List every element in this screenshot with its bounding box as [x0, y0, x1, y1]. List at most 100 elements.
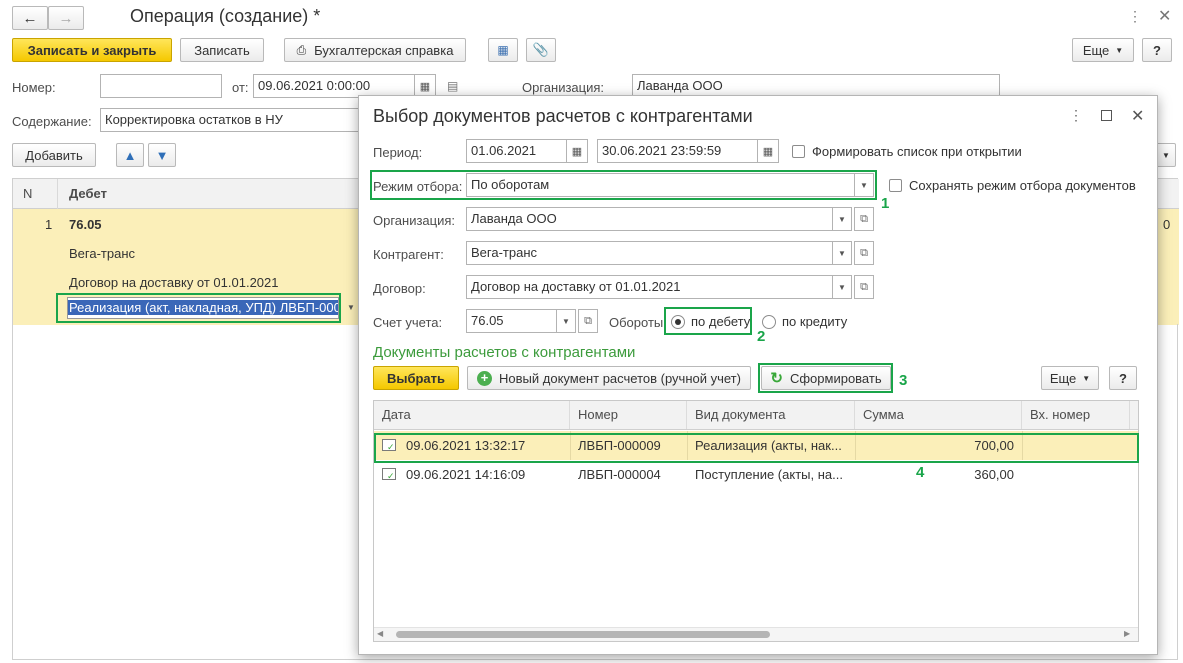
chevron-down-icon[interactable]: ▼ — [832, 241, 852, 265]
right-edge-value: 0 — [1163, 217, 1171, 232]
col-number-header[interactable]: Номер — [570, 401, 687, 429]
annotation-number-4: 4 — [916, 464, 925, 481]
dialog-org-field[interactable]: Лаванда ООО — [466, 207, 834, 231]
dialog-menu-icon[interactable]: ⋮ — [1069, 107, 1083, 124]
chevron-down-icon[interactable]: ▼ — [832, 207, 852, 231]
col-debit-header: Дебет — [69, 186, 107, 201]
highlight-debit — [664, 307, 752, 335]
save-mode-checkbox[interactable] — [889, 179, 902, 192]
subconto3-dropdown-icon[interactable]: ▼ — [347, 303, 355, 312]
account-field[interactable]: 76.05 — [466, 309, 558, 333]
horizontal-scrollbar[interactable]: ◀ ▶ — [374, 627, 1138, 641]
calendar-icon[interactable]: ▦ — [757, 139, 779, 163]
number-label: Номер: — [12, 80, 56, 95]
arrow-left-icon: ← — [22, 9, 38, 27]
window-title: Операция (создание) * — [130, 6, 321, 26]
section-title: Документы расчетов с контрагентами — [373, 344, 636, 361]
add-button[interactable]: Добавить — [12, 143, 96, 167]
scroll-right-icon[interactable]: ▶ — [1124, 629, 1130, 638]
calendar-icon[interactable]: ▦ — [566, 139, 588, 163]
contract-label: Договор: — [373, 281, 426, 296]
structure-button[interactable]: ▦ — [488, 38, 518, 62]
save-button[interactable]: Записать — [180, 38, 264, 62]
annotation-number-3: 3 — [899, 372, 908, 389]
dialog-org-label: Организация: — [373, 213, 456, 228]
row2-type: Поступление (акты, на... — [695, 467, 843, 482]
counterparty-field[interactable]: Вега-транс — [466, 241, 834, 265]
accounting-note-button[interactable]: ⎙ Бухгалтерская справка — [284, 38, 466, 62]
maximize-icon[interactable] — [1101, 110, 1112, 121]
form-on-open-label: Формировать список при открытии — [812, 144, 1022, 159]
highlight-mode — [370, 170, 877, 200]
scrollbar-thumb[interactable] — [396, 631, 770, 638]
radio-credit-label: по кредиту — [782, 314, 848, 329]
subconto1-cell[interactable]: Вега-транс — [69, 246, 135, 261]
col-sum-header[interactable]: Сумма — [855, 401, 1022, 429]
date-label: от: — [232, 80, 249, 95]
structure-icon: ▦ — [497, 43, 509, 57]
dialog-more-button[interactable]: Еще ▼ — [1041, 366, 1099, 390]
row2-number: ЛВБП-000004 — [578, 467, 661, 482]
form-on-open-checkbox[interactable] — [792, 145, 805, 158]
highlight-generate — [758, 363, 893, 393]
dialog-help-button[interactable]: ? — [1109, 366, 1137, 390]
counterparty-label: Контрагент: — [373, 247, 444, 262]
more-button[interactable]: Еще ▼ — [1072, 38, 1134, 62]
arrow-right-icon: → — [58, 9, 74, 27]
content-field[interactable]: Корректировка остатков в НУ — [100, 108, 370, 132]
period-to-field[interactable]: 30.06.2021 23:59:59 — [597, 139, 759, 163]
row2-date: 09.06.2021 14:16:09 — [406, 467, 526, 482]
window-menu-icon[interactable]: ⋮ — [1128, 8, 1142, 25]
calendar-list-icon[interactable]: ▤ — [447, 79, 458, 93]
open-icon[interactable]: ⧉ — [854, 275, 874, 299]
col-type-header[interactable]: Вид документа — [687, 401, 855, 429]
highlight-subconto3 — [56, 293, 341, 323]
new-doc-label: Новый документ расчетов (ручной учет) — [499, 370, 741, 386]
arrow-up-icon: ▲ — [123, 147, 137, 163]
contract-field[interactable]: Договор на доставку от 01.01.2021 — [466, 275, 834, 299]
move-down-button[interactable]: ▼ — [148, 143, 176, 167]
period-from-field[interactable]: 01.06.2021 — [466, 139, 568, 163]
row-number: 1 — [45, 217, 53, 232]
chevron-down-icon[interactable]: ▼ — [556, 309, 576, 333]
open-icon[interactable]: ⧉ — [854, 207, 874, 231]
scroll-left-icon[interactable]: ◀ — [377, 629, 383, 638]
chevron-down-icon[interactable]: ▼ — [832, 275, 852, 299]
dialog-more-label: Еще — [1049, 370, 1077, 386]
close-window-icon[interactable]: ✕ — [1158, 6, 1171, 26]
new-doc-button[interactable]: + Новый документ расчетов (ручной учет) — [467, 366, 751, 390]
col-n-header: N — [23, 186, 33, 201]
save-mode-label: Сохранять режим отбора документов — [909, 178, 1136, 193]
number-field[interactable] — [100, 74, 222, 98]
more-label: Еще — [1082, 42, 1110, 58]
help-button[interactable]: ? — [1142, 38, 1172, 62]
col-innumber-header[interactable]: Вх. номер — [1022, 401, 1130, 429]
move-up-button[interactable]: ▲ — [116, 143, 144, 167]
row2-in-number — [1022, 460, 1130, 489]
open-icon[interactable]: ⧉ — [578, 309, 598, 333]
account-cell: 76.05 — [69, 217, 102, 232]
save-and-close-button[interactable]: Записать и закрыть — [12, 38, 172, 62]
radio-credit[interactable] — [762, 315, 776, 329]
forward-button[interactable]: → — [48, 6, 84, 30]
content-label: Содержание: — [12, 114, 92, 129]
close-dialog-icon[interactable]: ✕ — [1131, 106, 1144, 126]
turnover-label: Обороты: — [609, 315, 667, 330]
col-date-header[interactable]: Дата — [374, 401, 570, 429]
table-more-partial[interactable]: ▼ — [1156, 143, 1176, 167]
document-icon: ✓ — [382, 468, 396, 481]
subconto2-cell[interactable]: Договор на доставку от 01.01.2021 — [69, 275, 279, 290]
accounting-note-label: Бухгалтерская справка — [314, 42, 454, 58]
row2-sum: 360,00 — [974, 467, 1014, 482]
open-icon[interactable]: ⧉ — [854, 241, 874, 265]
account-label: Счет учета: — [373, 315, 443, 330]
plus-circle-icon: + — [477, 370, 493, 386]
select-button[interactable]: Выбрать — [373, 366, 459, 390]
col-divider — [57, 179, 58, 209]
dialog-title: Выбор документов расчетов с контрагентам… — [373, 106, 753, 126]
back-button[interactable]: ← — [12, 6, 48, 30]
period-label: Период: — [373, 145, 423, 160]
attach-button[interactable]: 📎 — [526, 38, 556, 62]
annotation-number-2: 2 — [757, 328, 766, 345]
chevron-down-icon: ▼ — [1082, 373, 1091, 383]
